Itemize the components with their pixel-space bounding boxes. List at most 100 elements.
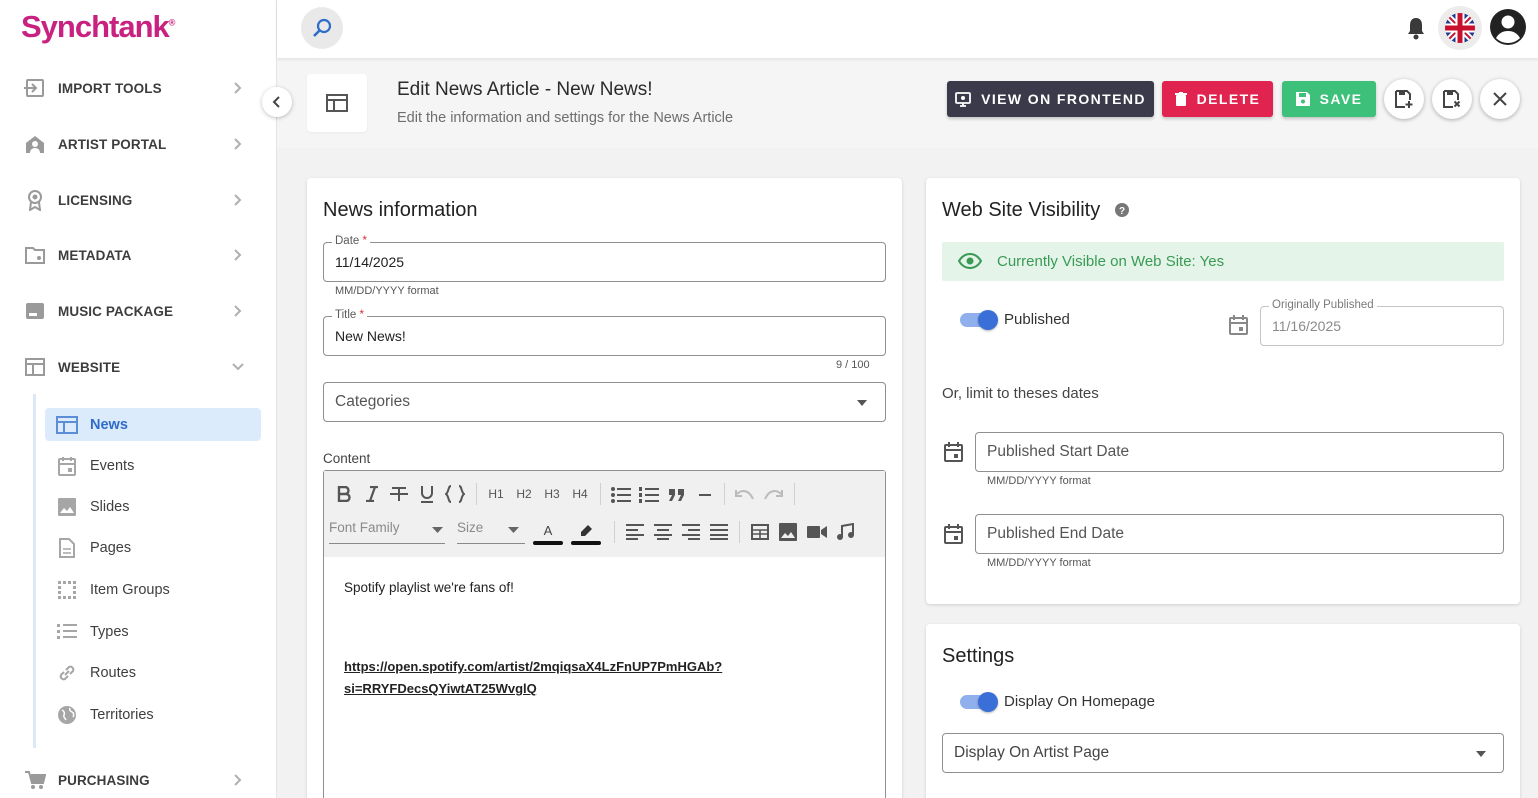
title-value: New News! [335, 328, 406, 344]
account-button[interactable] [1487, 6, 1529, 48]
delete-button[interactable]: DELETE [1162, 81, 1273, 117]
display-on-homepage-toggle[interactable] [960, 692, 998, 712]
highlight-button[interactable] [571, 521, 601, 547]
calendar-icon[interactable] [1229, 315, 1248, 335]
h3-button[interactable]: H3 [541, 487, 563, 501]
font-size-select[interactable]: Size [457, 520, 525, 544]
chevron-right-icon [230, 302, 246, 320]
calendar-icon[interactable] [944, 524, 963, 544]
chevron-right-icon [230, 135, 246, 153]
bold-icon[interactable] [334, 484, 354, 504]
rich-text-editor: H1 H2 H3 H4 Font Family Size A Spotify p… [323, 470, 886, 798]
h4-button[interactable]: H4 [569, 487, 591, 501]
display-on-artist-page-select[interactable]: Display On Artist Page [942, 733, 1504, 773]
table-icon[interactable] [750, 522, 770, 542]
sidebar-item-label: Pages [90, 539, 132, 556]
sidebar-item-label: Territories [90, 706, 154, 723]
underline-icon[interactable] [417, 484, 437, 504]
save-and-close-button[interactable] [1432, 79, 1472, 119]
chevron-right-icon [230, 191, 246, 209]
audio-icon[interactable] [834, 522, 856, 542]
align-center-icon[interactable] [653, 522, 673, 542]
sidebar-item-metadata[interactable]: METADATA [22, 241, 252, 269]
sidebar-item-pages[interactable]: Pages [45, 531, 261, 564]
published-end-date-field[interactable]: Published End Date [975, 514, 1504, 554]
help-icon[interactable]: ? [1115, 203, 1129, 217]
limit-dates-text: Or, limit to theses dates [942, 385, 1099, 402]
dropdown-arrow-icon [508, 527, 519, 534]
svg-text:?: ? [1119, 206, 1125, 217]
sidebar-item-import-tools[interactable]: IMPORT TOOLS [22, 74, 252, 102]
italic-icon[interactable] [362, 484, 382, 504]
sidebar-item-slides[interactable]: Slides [45, 490, 261, 523]
bullet-list-icon[interactable] [610, 485, 632, 505]
visibility-status-text: Currently Visible on Web Site: Yes [997, 253, 1225, 270]
notifications-button[interactable] [1395, 7, 1437, 49]
collapse-sidebar-button[interactable] [262, 87, 292, 117]
strikethrough-icon[interactable] [389, 484, 409, 504]
sidebar-item-purchasing[interactable]: PURCHASING [22, 766, 252, 794]
sidebar-item-events[interactable]: Events [45, 449, 261, 482]
close-button[interactable] [1480, 79, 1520, 119]
close-icon [1493, 92, 1507, 106]
h2-button[interactable]: H2 [513, 487, 535, 501]
sidebar-item-licensing[interactable]: LICENSING [22, 186, 252, 214]
calendar-icon [56, 455, 78, 477]
search-button[interactable] [301, 7, 343, 49]
sidebar-item-label: Routes [90, 664, 136, 681]
sidebar-item-routes[interactable]: Routes [45, 656, 261, 689]
page-subtitle: Edit the information and settings for th… [397, 110, 734, 126]
news-information-title: News information [323, 199, 478, 221]
align-left-icon[interactable] [625, 522, 645, 542]
calendar-icon[interactable] [944, 442, 963, 462]
sidebar-item-music-package[interactable]: MUSIC PACKAGE [22, 297, 252, 325]
display-on-artist-page-placeholder: Display On Artist Page [954, 744, 1110, 761]
code-block-icon[interactable] [444, 484, 466, 504]
redo-icon[interactable] [762, 485, 784, 505]
list-icon [56, 621, 78, 643]
editor-body-text[interactable]: Spotify playlist we're fans of! [344, 580, 514, 595]
numbered-list-icon[interactable] [638, 485, 660, 505]
save-button[interactable]: SAVE [1282, 81, 1376, 117]
sidebar-item-territories[interactable]: Territories [45, 698, 261, 731]
h1-button[interactable]: H1 [485, 487, 507, 501]
save-and-new-button[interactable] [1384, 79, 1424, 119]
view-on-frontend-button[interactable]: VIEW ON FRONTEND [947, 81, 1154, 117]
categories-select[interactable]: Categories [323, 382, 886, 422]
title-field[interactable]: Title * New News! [323, 309, 886, 356]
video-icon[interactable] [806, 522, 828, 542]
originally-published-value: 11/16/2025 [1272, 318, 1342, 334]
sidebar-item-label: ARTIST PORTAL [58, 136, 167, 152]
text-color-glyph: A [543, 523, 553, 538]
sidebar-item-label: News [90, 416, 128, 433]
sidebar-item-label: Item Groups [90, 581, 170, 598]
license-icon [22, 188, 48, 212]
spotify-link[interactable]: https://open.spotify.com/artist/2mqiqsaX… [344, 656, 722, 700]
font-family-select[interactable]: Font Family [329, 520, 445, 544]
synchtank-logo[interactable]: Synchtank® [21, 9, 175, 45]
sidebar-item-website[interactable]: WEBSITE [22, 353, 252, 381]
content-label: Content [323, 451, 371, 466]
date-field[interactable]: Date * 11/14/2025 [323, 235, 886, 282]
website-icon [22, 355, 48, 379]
sidebar-item-item-groups[interactable]: Item Groups [45, 573, 261, 606]
horizontal-rule-icon[interactable] [696, 485, 714, 505]
text-color-button[interactable]: A [533, 521, 563, 547]
cart-icon [22, 768, 48, 792]
delete-label: DELETE [1196, 91, 1261, 107]
sidebar-item-news[interactable]: News [45, 408, 261, 441]
insert-image-icon[interactable] [778, 522, 798, 542]
published-start-date-field[interactable]: Published Start Date [975, 432, 1504, 472]
published-toggle[interactable] [960, 310, 998, 330]
sidebar-item-label: METADATA [58, 247, 132, 263]
date-hint: MM/DD/YYYY format [335, 285, 439, 297]
align-justify-icon[interactable] [709, 522, 729, 542]
sidebar-item-types[interactable]: Types [45, 615, 261, 648]
sidebar-item-artist-portal[interactable]: ARTIST PORTAL [22, 130, 252, 158]
language-button[interactable] [1438, 6, 1482, 50]
undo-icon[interactable] [734, 485, 756, 505]
originally-published-label: Originally Published [1269, 299, 1377, 311]
align-right-icon[interactable] [681, 522, 701, 542]
originally-published-field[interactable]: Originally Published 11/16/2025 [1260, 299, 1504, 346]
blockquote-icon[interactable] [666, 485, 688, 505]
